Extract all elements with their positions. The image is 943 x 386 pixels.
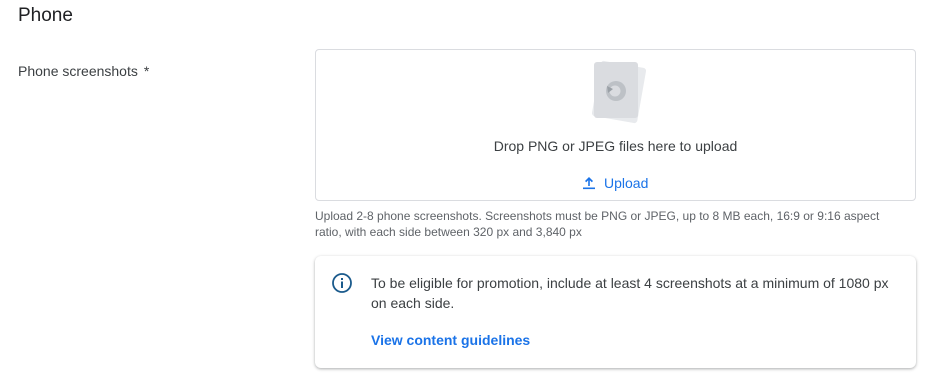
info-text: To be eligible for promotion, include at… <box>371 275 889 311</box>
upload-icon <box>582 176 596 190</box>
info-card: To be eligible for promotion, include at… <box>315 256 916 368</box>
section-title: Phone <box>18 5 73 26</box>
view-content-guidelines-link[interactable]: View content guidelines <box>371 332 530 348</box>
required-marker: * <box>143 63 150 79</box>
info-icon <box>331 272 353 294</box>
image-stack-icon <box>586 58 648 124</box>
upload-hint: Upload 2-8 phone screenshots. Screenshot… <box>315 209 880 239</box>
field-label: Phone screenshots * <box>18 63 149 79</box>
upload-button-label: Upload <box>604 175 649 191</box>
upload-button[interactable]: Upload <box>576 172 654 194</box>
dropzone-text: Drop PNG or JPEG files here to upload <box>493 138 738 154</box>
field-label-text: Phone screenshots <box>18 63 138 79</box>
screenshot-dropzone[interactable]: Drop PNG or JPEG files here to upload Up… <box>315 49 916 201</box>
